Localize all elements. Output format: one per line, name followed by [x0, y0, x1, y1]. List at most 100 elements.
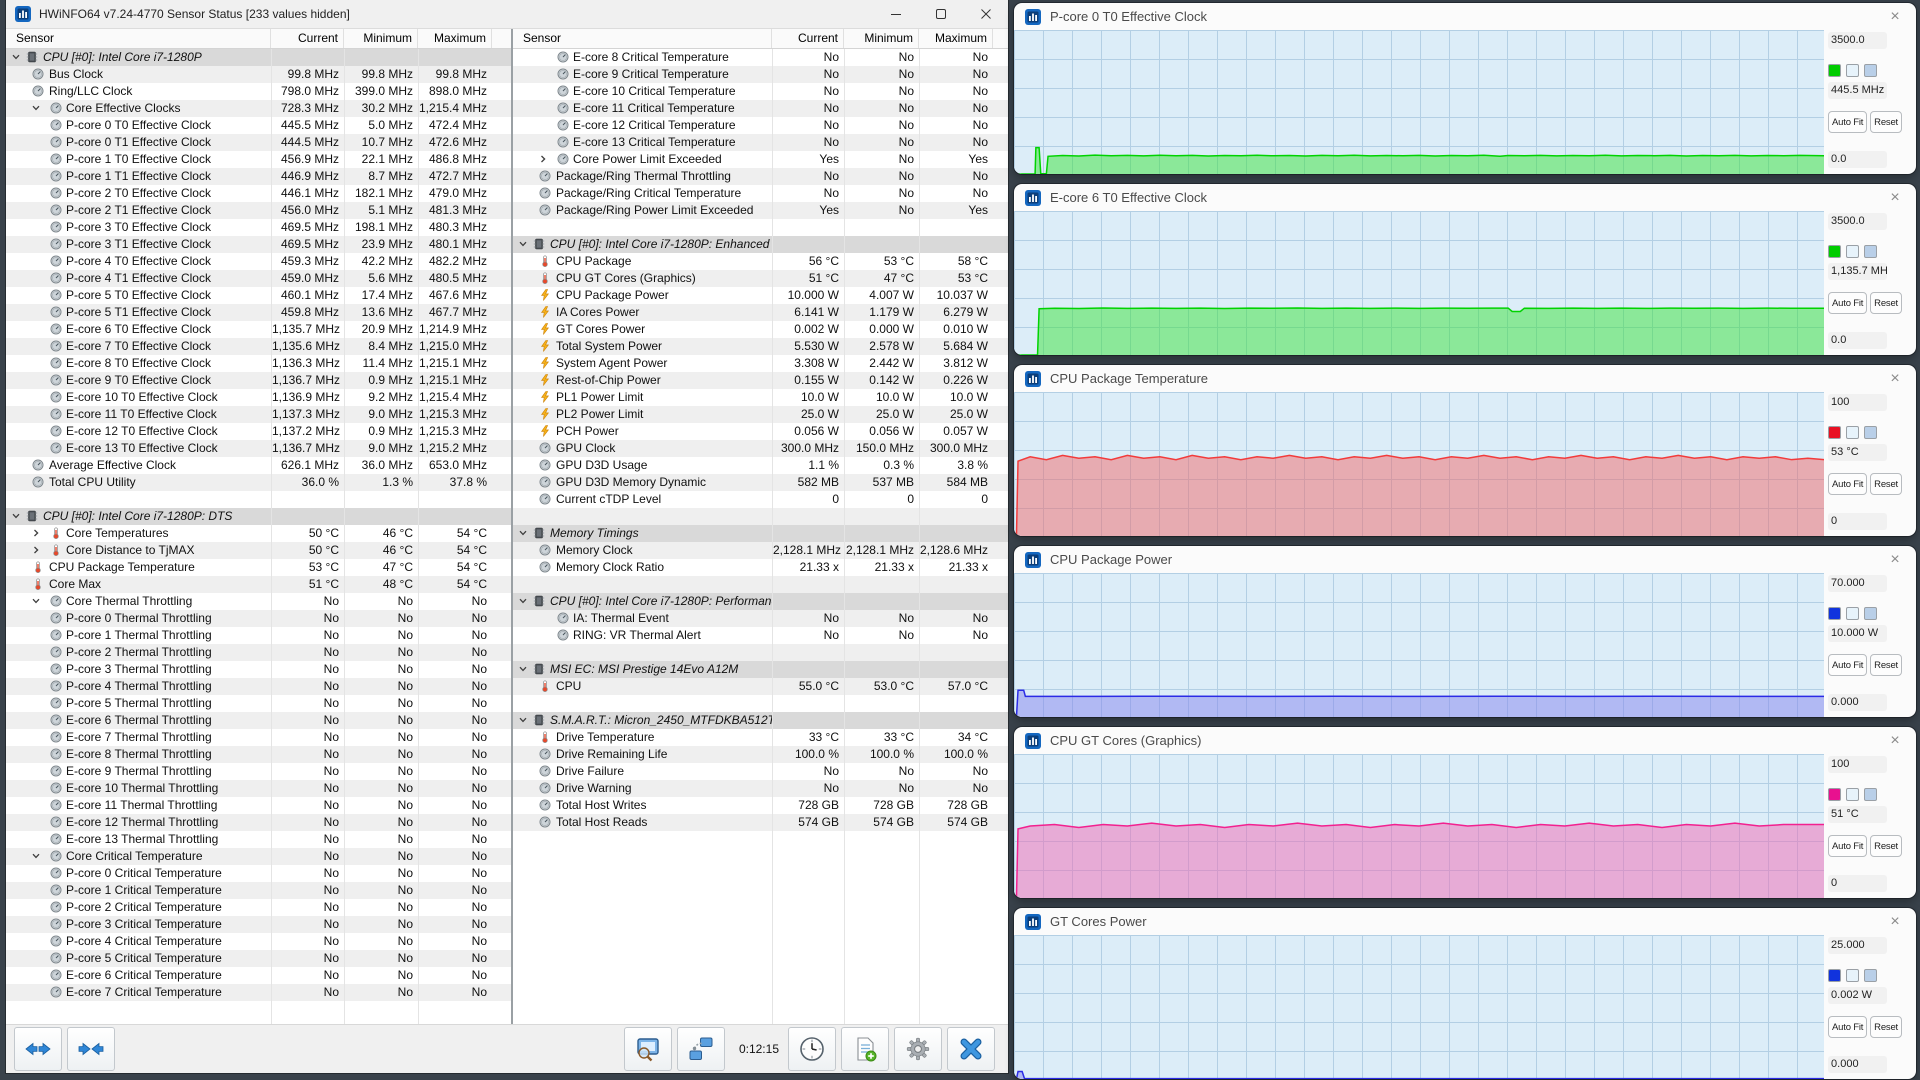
graph-close-icon[interactable]: × [1884, 912, 1906, 932]
sensor-row[interactable]: E-core 6 T0 Effective Clock 1,135.7 MHz 20… [6, 321, 511, 338]
sensor-row[interactable]: Core Thermal Throttling No No No [6, 593, 511, 610]
column-header-minimum[interactable]: Minimum [844, 29, 919, 48]
chevron-down-icon[interactable] [518, 596, 528, 606]
sensor-row[interactable]: E-core 8 Critical Temperature No No No [513, 49, 1008, 66]
auto-fit-button[interactable]: Auto Fit [1828, 111, 1868, 133]
sensor-row[interactable]: Core Critical Temperature No No No [6, 848, 511, 865]
sensor-row[interactable]: P-core 5 Critical Temperature No No No [6, 950, 511, 967]
sensor-row[interactable]: Drive Remaining Life 100.0 % 100.0 % 100.0 … [513, 746, 1008, 763]
sensor-row[interactable]: P-core 3 T1 Effective Clock 469.5 MHz 23.9… [6, 236, 511, 253]
background-color-chip[interactable] [1846, 245, 1860, 258]
scale-min-field[interactable]: 0.000 [1828, 694, 1888, 711]
reset-button[interactable]: Reset [1870, 1016, 1902, 1038]
sensor-row[interactable]: P-core 3 Critical Temperature No No No [6, 916, 511, 933]
report-button[interactable] [841, 1027, 889, 1071]
sensor-row[interactable]: P-core 4 T0 Effective Clock 459.3 MHz 42.2… [6, 253, 511, 270]
reset-button[interactable]: Reset [1870, 473, 1902, 495]
sensor-row[interactable]: E-core 9 T0 Effective Clock 1,136.7 MHz 0.… [6, 372, 511, 389]
sensor-row[interactable]: E-core 9 Critical Temperature No No No [513, 66, 1008, 83]
chevron-down-icon[interactable] [31, 103, 41, 113]
sensor-row[interactable]: E-core 11 Critical Temperature No No No [513, 100, 1008, 117]
sensor-row[interactable]: P-core 3 Thermal Throttling No No No [6, 661, 511, 678]
series-color-chip[interactable] [1828, 969, 1842, 982]
scale-max-field[interactable]: 100 [1828, 756, 1888, 773]
sensor-row[interactable]: GPU D3D Memory Dynamic 582 MB 537 MB 584 MB [513, 474, 1008, 491]
sensor-row[interactable]: P-core 0 T0 Effective Clock 445.5 MHz 5.0 … [6, 117, 511, 134]
system-summary-button[interactable] [623, 1027, 672, 1071]
sensor-row[interactable]: E-core 12 Thermal Throttling No No No [6, 814, 511, 831]
grid-color-chip[interactable] [1864, 426, 1878, 439]
sensor-row[interactable]: Drive Failure No No No [513, 763, 1008, 780]
chevron-right-icon[interactable] [538, 154, 548, 164]
column-header-current[interactable]: Current [271, 29, 344, 48]
auto-fit-button[interactable]: Auto Fit [1828, 654, 1868, 676]
chevron-down-icon[interactable] [518, 528, 528, 538]
graph-close-icon[interactable]: × [1884, 369, 1906, 389]
sensor-row[interactable]: Drive Warning No No No [513, 780, 1008, 797]
sensor-row[interactable]: Current cTDP Level 0 0 0 [513, 491, 1008, 508]
column-header-maximum[interactable]: Maximum [418, 29, 492, 48]
sensor-row[interactable]: P-core 4 Critical Temperature No No No [6, 933, 511, 950]
sensor-group-row[interactable]: MSI EC: MSI Prestige 14Evo A12M [513, 661, 1008, 678]
graph-titlebar[interactable]: P-core 0 T0 Effective Clock [1014, 3, 1916, 30]
background-color-chip[interactable] [1846, 969, 1860, 982]
clock-button[interactable] [788, 1027, 836, 1071]
sensor-row[interactable]: P-core 4 T1 Effective Clock 459.0 MHz 5.6 … [6, 270, 511, 287]
chevron-right-icon[interactable] [31, 528, 41, 538]
graph-titlebar[interactable]: CPU GT Cores (Graphics) [1014, 727, 1916, 754]
chevron-down-icon[interactable] [518, 664, 528, 674]
chevron-right-icon[interactable] [31, 545, 41, 555]
grid-color-chip[interactable] [1864, 969, 1878, 982]
graph-close-icon[interactable]: × [1884, 7, 1906, 27]
sensor-row[interactable]: PCH Power 0.056 W 0.056 W 0.057 W [513, 423, 1008, 440]
sensor-row[interactable]: RING: VR Thermal Alert No No No [513, 627, 1008, 644]
sensor-row[interactable]: Total CPU Utility 36.0 % 1.3 % 37.8 % [6, 474, 511, 491]
sensor-row[interactable]: Package/Ring Critical Temperature No No No [513, 185, 1008, 202]
sensor-row[interactable]: Total Host Writes 728 GB 728 GB 728 GB [513, 797, 1008, 814]
sensor-row[interactable]: Ring/LLC Clock 798.0 MHz 399.0 MHz 898.0 MH… [6, 83, 511, 100]
sensor-row[interactable]: CPU Package Temperature 53 °C 47 °C 54 °C [6, 559, 511, 576]
sensor-row[interactable]: E-core 8 Thermal Throttling No No No [6, 746, 511, 763]
column-header-sensor[interactable]: Sensor [6, 29, 271, 48]
collapse-columns-button[interactable] [67, 1027, 115, 1071]
background-color-chip[interactable] [1846, 607, 1860, 620]
background-color-chip[interactable] [1846, 788, 1860, 801]
sensor-group-row[interactable]: CPU [#0]: Intel Core i7-1280P: Performan… [513, 593, 1008, 610]
sensor-row[interactable]: P-core 2 T1 Effective Clock 456.0 MHz 5.1 … [6, 202, 511, 219]
sensor-row[interactable]: E-core 10 Critical Temperature No No No [513, 83, 1008, 100]
sensor-row[interactable]: Bus Clock 99.8 MHz 99.8 MHz 99.8 MHz [6, 66, 511, 83]
sensor-row[interactable]: PL1 Power Limit 10.0 W 10.0 W 10.0 W [513, 389, 1008, 406]
sensor-row[interactable]: Average Effective Clock 626.1 MHz 36.0 MHz… [6, 457, 511, 474]
chevron-down-icon[interactable] [518, 239, 528, 249]
sensor-row[interactable]: E-core 7 Critical Temperature No No No [6, 984, 511, 1001]
sensor-row[interactable]: P-core 5 T0 Effective Clock 460.1 MHz 17.4… [6, 287, 511, 304]
graph-close-icon[interactable]: × [1884, 188, 1906, 208]
sensor-row[interactable]: E-core 8 T0 Effective Clock 1,136.3 MHz 11… [6, 355, 511, 372]
chevron-down-icon[interactable] [31, 851, 41, 861]
sensor-row[interactable]: P-core 0 Critical Temperature No No No [6, 865, 511, 882]
sensor-row[interactable]: P-core 0 Thermal Throttling No No No [6, 610, 511, 627]
sensor-row[interactable]: Total Host Reads 574 GB 574 GB 574 GB [513, 814, 1008, 831]
series-color-chip[interactable] [1828, 788, 1842, 801]
sensor-row[interactable]: E-core 10 Thermal Throttling No No No [6, 780, 511, 797]
scale-max-field[interactable]: 25.000 [1828, 937, 1888, 954]
series-color-chip[interactable] [1828, 245, 1842, 258]
grid-color-chip[interactable] [1864, 64, 1878, 77]
sensor-row[interactable]: GPU Clock 300.0 MHz 150.0 MHz 300.0 MHz [513, 440, 1008, 457]
sensor-row[interactable]: P-core 5 Thermal Throttling No No No [6, 695, 511, 712]
sensor-row[interactable]: P-core 2 Thermal Throttling No No No [6, 644, 511, 661]
column-header-maximum[interactable]: Maximum [919, 29, 993, 48]
chevron-down-icon[interactable] [31, 596, 41, 606]
scale-min-field[interactable]: 0 [1828, 875, 1888, 892]
sensor-row[interactable]: Memory Clock Ratio 21.33 x 21.33 x 21.33 x [513, 559, 1008, 576]
sensor-row[interactable]: E-core 6 Thermal Throttling No No No [6, 712, 511, 729]
sensor-group-row[interactable]: CPU [#0]: Intel Core i7-1280P: DTS [6, 508, 511, 525]
series-color-chip[interactable] [1828, 607, 1842, 620]
auto-fit-button[interactable]: Auto Fit [1828, 1016, 1868, 1038]
remote-monitoring-button[interactable] [676, 1027, 725, 1071]
sensor-row[interactable]: E-core 12 Critical Temperature No No No [513, 117, 1008, 134]
sensor-row[interactable]: Core Power Limit Exceeded Yes No Yes [513, 151, 1008, 168]
sensor-row[interactable]: P-core 4 Thermal Throttling No No No [6, 678, 511, 695]
sensor-row[interactable]: GT Cores Power 0.002 W 0.000 W 0.010 W [513, 321, 1008, 338]
minimize-button[interactable] [873, 0, 918, 28]
